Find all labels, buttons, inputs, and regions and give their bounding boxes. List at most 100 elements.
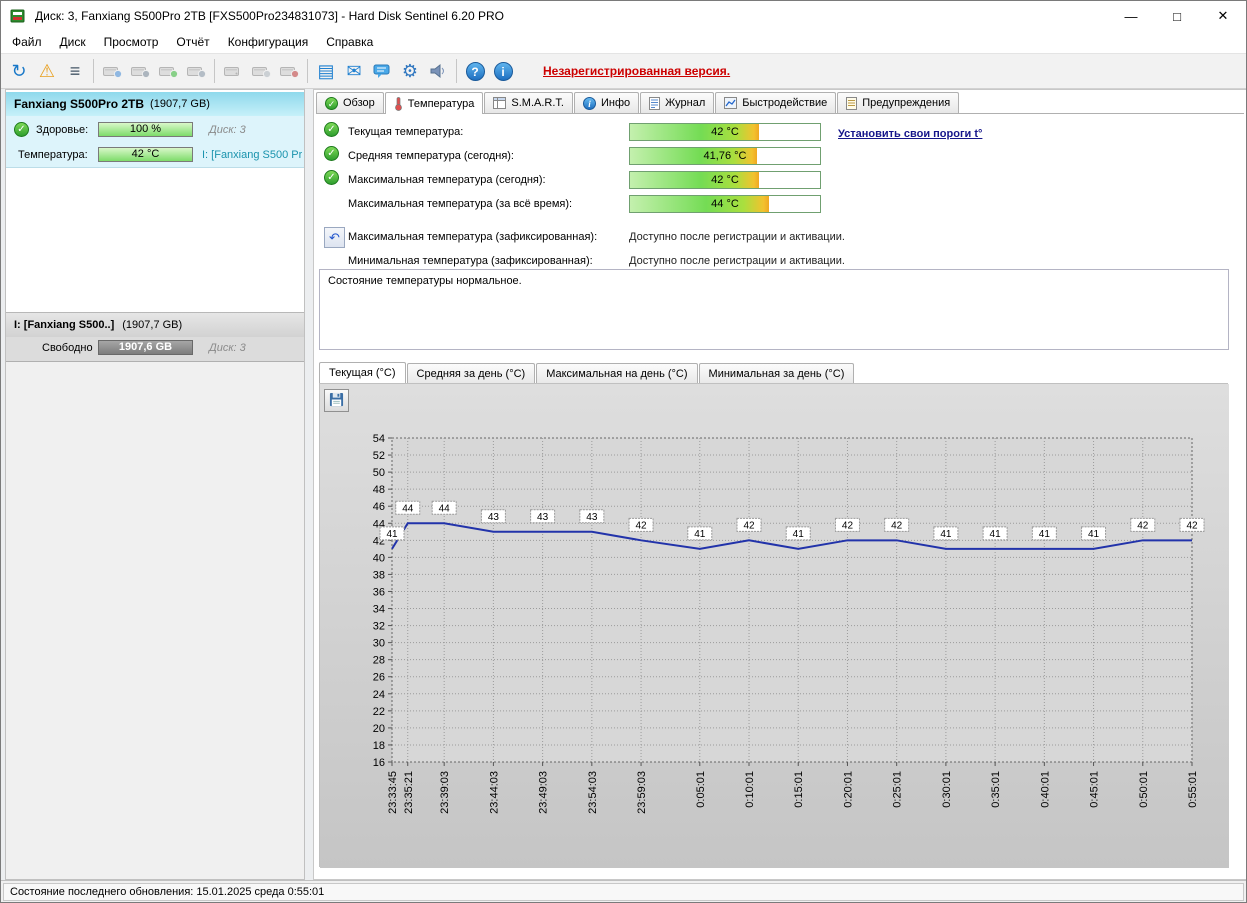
tab-label: Быстродействие	[742, 97, 827, 109]
svg-text:0:25:01: 0:25:01	[892, 771, 904, 808]
reset-recorded-button[interactable]: ↶	[324, 227, 345, 248]
menu-item-3[interactable]: Отчёт	[167, 32, 218, 52]
free-space-label: Свободно	[42, 342, 93, 354]
sidebar-empty-area	[6, 362, 304, 879]
svg-text:44: 44	[402, 503, 414, 514]
tab-label: S.M.A.R.T.	[511, 97, 564, 109]
svg-text:43: 43	[586, 512, 598, 523]
disk-clock-icon[interactable]	[126, 57, 154, 85]
tab-temperature[interactable]: Температура	[385, 92, 484, 114]
temp-row-3: Максимальная температура (за всё время):…	[314, 194, 1246, 216]
disk-search-icon[interactable]	[182, 57, 210, 85]
tab-label: Температура	[408, 98, 475, 110]
temp-row-label: Текущая температура:	[348, 126, 463, 138]
svg-text:0:55:01: 0:55:01	[1187, 771, 1199, 808]
disk-move-icon[interactable]	[247, 57, 275, 85]
maximize-button[interactable]: □	[1154, 1, 1200, 31]
svg-text:23:54:03: 23:54:03	[587, 771, 599, 814]
chart-tab-daily-max[interactable]: Максимальная на день (°C)	[536, 363, 697, 383]
temperature-row: Температура: 42 °C I: [Fanxiang S500 Pr	[6, 146, 304, 166]
minimize-button[interactable]: —	[1108, 1, 1154, 31]
chart-tab-daily-avg[interactable]: Средняя за день (°C)	[407, 363, 536, 383]
chart-tabbar: Текущая (°C)Средняя за день (°C)Максимал…	[319, 362, 854, 383]
tab-alerts[interactable]: Предупреждения	[837, 92, 959, 113]
gear-icon[interactable]: ⚙	[396, 57, 424, 85]
toolbar: ↻⚠≡ ▤✉ ⚙?i Незарегистрированная версия.	[1, 53, 1246, 89]
ok-icon: ✓	[324, 170, 339, 185]
menu-item-1[interactable]: Диск	[51, 32, 95, 52]
temp-row-label: Минимальная температура (зафиксированная…	[348, 255, 593, 267]
window-controls: — □ ✕	[1108, 1, 1246, 31]
temp-row-value: Доступно после регистрации и активации.	[629, 231, 845, 243]
details-icon[interactable]: ≡	[61, 57, 89, 85]
tab-info[interactable]: iИнфо	[574, 92, 639, 113]
svg-text:42: 42	[635, 520, 647, 531]
main-area: Fanxiang S500Pro 2TB (1907,7 GB) ✓ Здоро…	[1, 89, 1246, 880]
refresh-icon[interactable]: ↻	[5, 57, 33, 85]
svg-text:46: 46	[373, 501, 385, 513]
disk-ok-icon[interactable]	[154, 57, 182, 85]
svg-text:41: 41	[1039, 529, 1051, 540]
svg-text:23:35:21: 23:35:21	[403, 771, 415, 814]
disk-list-panel: Fanxiang S500Pro 2TB (1907,7 GB) ✓ Здоро…	[5, 89, 305, 880]
health-value: 100 %	[130, 123, 161, 135]
chart-tab-current[interactable]: Текущая (°C)	[319, 362, 406, 383]
temp-gauge-bar: 42 °C	[629, 171, 821, 189]
disk-copy-icon[interactable]	[219, 57, 247, 85]
temp-row-0: ✓Текущая температура:42 °C	[314, 122, 1246, 144]
svg-text:43: 43	[537, 512, 549, 523]
menu-item-5[interactable]: Справка	[317, 32, 382, 52]
tab-label: Инфо	[601, 97, 630, 109]
help-icon[interactable]: ?	[461, 57, 489, 85]
status-message: Состояние последнего обновления: 15.01.2…	[3, 883, 1244, 901]
partition-header: I: [Fanxiang S500..] (1907,7 GB)	[6, 313, 304, 337]
tab-smart[interactable]: S.M.A.R.T.	[484, 92, 573, 113]
window-title: Диск: 3, Fanxiang S500Pro 2TB [FXS500Pro…	[35, 9, 504, 23]
health-bar: 100 %	[98, 122, 193, 137]
temperature-chart: 1618202224262830323436384042444648505254…	[320, 384, 1229, 868]
disk-tools-icon[interactable]	[275, 57, 303, 85]
menu-item-2[interactable]: Просмотр	[95, 32, 168, 52]
unregistered-version-link[interactable]: Незарегистрированная версия.	[543, 64, 730, 78]
free-space-row: Свободно 1907,6 GB Диск: 3	[6, 339, 304, 359]
svg-text:50: 50	[373, 467, 385, 479]
disk-size: (1907,7 GB)	[150, 98, 210, 110]
svg-text:0:30:01: 0:30:01	[941, 771, 953, 808]
svg-text:20: 20	[373, 723, 385, 735]
svg-text:0:45:01: 0:45:01	[1089, 771, 1101, 808]
svg-text:48: 48	[373, 484, 385, 496]
floppy-icon	[329, 392, 344, 410]
svg-text:42: 42	[1137, 520, 1149, 531]
svg-text:0:10:01: 0:10:01	[744, 771, 756, 808]
tab-log[interactable]: Журнал	[640, 92, 714, 113]
alerts-icon[interactable]: ⚠	[33, 57, 61, 85]
menu-item-4[interactable]: Конфигурация	[219, 32, 318, 52]
svg-text:22: 22	[373, 706, 385, 718]
disk-header: Fanxiang S500Pro 2TB (1907,7 GB)	[6, 92, 304, 116]
partition-name: I: [Fanxiang S500..]	[14, 319, 114, 331]
temp-gauge-bar: 42 °C	[629, 123, 821, 141]
temp-row-value: Доступно после регистрации и активации.	[629, 255, 845, 267]
svg-text:32: 32	[373, 621, 385, 633]
ok-icon: ✓	[324, 146, 339, 161]
menu-item-0[interactable]: Файл	[3, 32, 51, 52]
svg-text:23:49:03: 23:49:03	[538, 771, 550, 814]
sound-icon[interactable]	[424, 57, 452, 85]
tab-performance[interactable]: Быстродействие	[715, 92, 836, 113]
disk-summary-card[interactable]: Fanxiang S500Pro 2TB (1907,7 GB) ✓ Здоро…	[6, 92, 304, 168]
info-icon[interactable]: i	[489, 57, 517, 85]
chat-icon[interactable]	[368, 57, 396, 85]
save-chart-button[interactable]	[324, 389, 349, 412]
svg-text:0:35:01: 0:35:01	[990, 771, 1002, 808]
close-button[interactable]: ✕	[1200, 1, 1246, 31]
report-icon[interactable]: ▤	[312, 57, 340, 85]
main-tabbar: ✓Обзор Температура S.M.A.R.T. iИнфоЖурнал Бы…	[316, 92, 1244, 114]
mail-icon[interactable]: ✉	[340, 57, 368, 85]
toolbar-separator	[456, 59, 457, 83]
tab-overview[interactable]: ✓Обзор	[316, 92, 384, 113]
chart-tab-daily-min[interactable]: Минимальная за день (°C)	[699, 363, 855, 383]
svg-text:41: 41	[386, 529, 398, 540]
disk-undo-icon[interactable]	[98, 57, 126, 85]
svg-text:26: 26	[373, 672, 385, 684]
partition-card[interactable]: I: [Fanxiang S500..] (1907,7 GB) Свободн…	[6, 312, 304, 362]
